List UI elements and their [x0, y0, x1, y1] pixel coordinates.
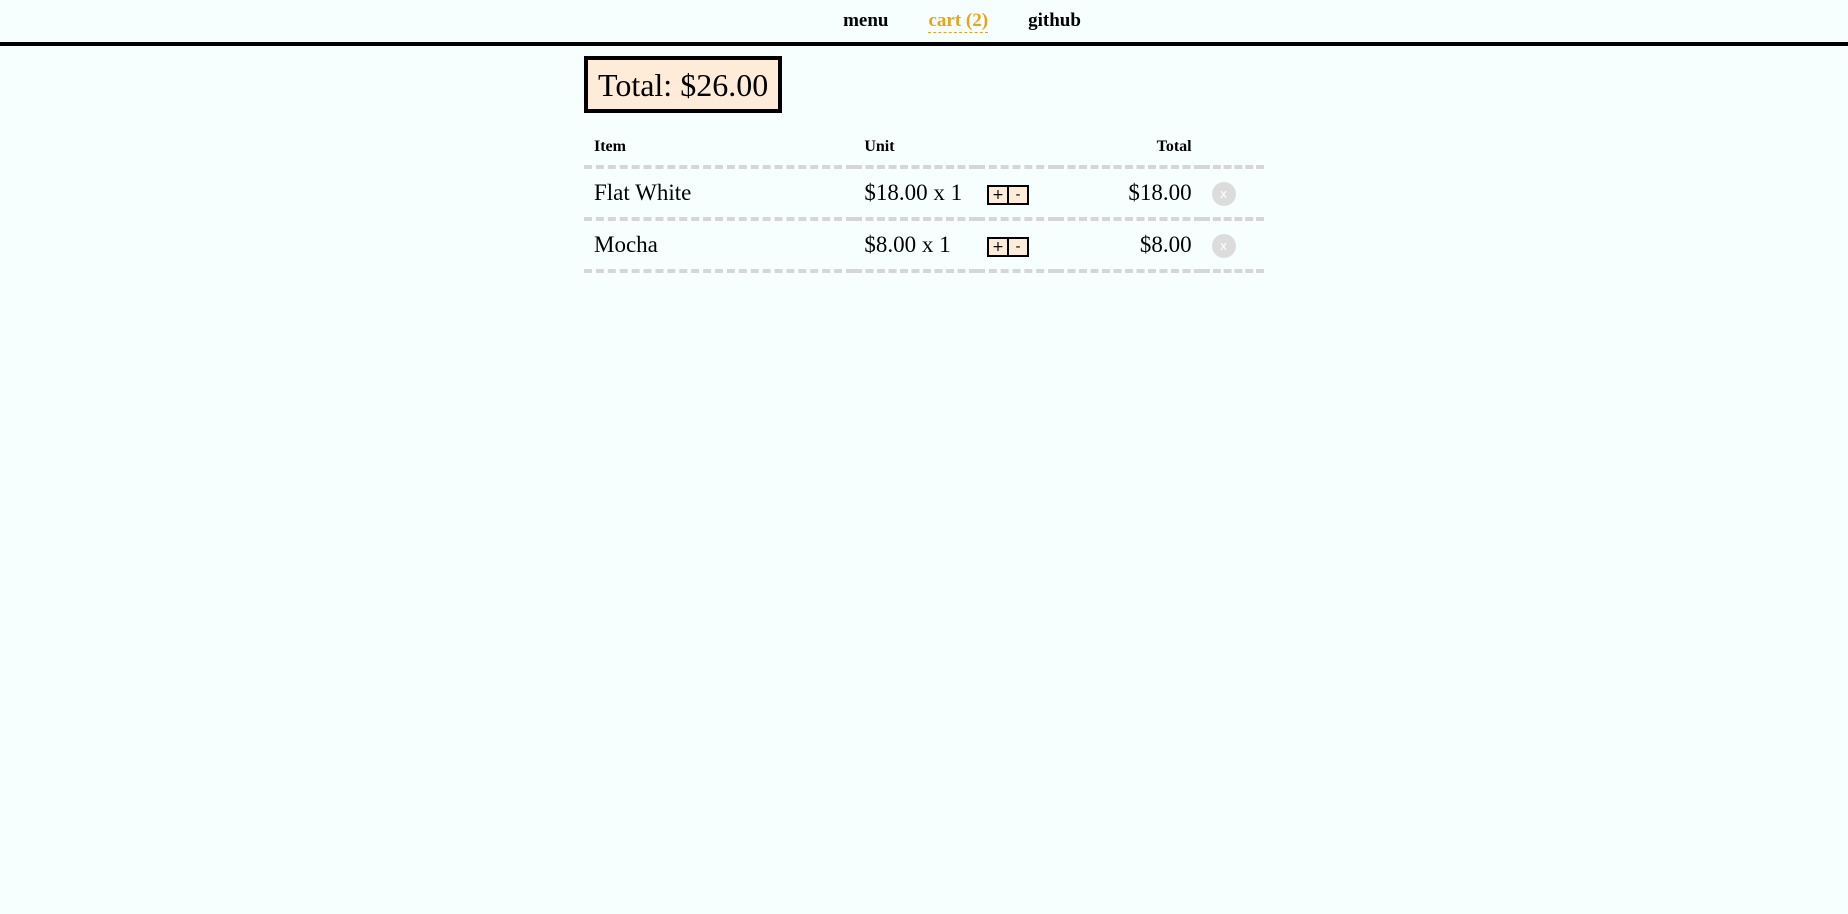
table-row: Mocha $8.00 x 1 + - $8.00 x	[584, 219, 1264, 273]
close-icon[interactable]: x	[1211, 182, 1236, 207]
cart-table: Item Unit Total Flat White $18.00 x 1 + …	[584, 137, 1264, 273]
header-remove	[1201, 137, 1264, 169]
header-total: Total	[1056, 137, 1202, 169]
header-stepper	[977, 137, 1057, 169]
header-unit: Unit	[854, 137, 978, 169]
increment-button[interactable]: +	[989, 187, 1007, 203]
item-total: $8.00	[1056, 219, 1202, 273]
item-name: Flat White	[584, 167, 855, 221]
decrement-button[interactable]: -	[1007, 238, 1027, 255]
item-total: $18.00	[1056, 167, 1202, 221]
quantity-stepper: + -	[987, 184, 1030, 205]
nav-github-link[interactable]: github	[1028, 10, 1081, 33]
item-unit-price: $8.00 x 1	[854, 219, 978, 273]
cart-total: Total: $26.00	[584, 56, 783, 113]
decrement-button[interactable]: -	[1007, 186, 1027, 203]
item-name: Mocha	[584, 219, 855, 273]
quantity-stepper: + -	[987, 236, 1030, 257]
remove-cell: x	[1201, 219, 1264, 273]
increment-button[interactable]: +	[989, 239, 1007, 255]
top-navigation: menu cart (2) github	[0, 0, 1848, 46]
close-icon[interactable]: x	[1211, 234, 1236, 259]
header-item: Item	[584, 137, 855, 169]
table-header-row: Item Unit Total	[584, 137, 1264, 169]
nav-menu-link[interactable]: menu	[843, 10, 888, 33]
table-row: Flat White $18.00 x 1 + - $18.00 x	[584, 167, 1264, 221]
nav-cart-link[interactable]: cart (2)	[928, 10, 989, 33]
item-unit-price: $18.00 x 1	[854, 167, 978, 221]
quantity-stepper-cell: + -	[977, 219, 1057, 273]
cart-main: Total: $26.00 Item Unit Total Flat White…	[584, 56, 1264, 273]
remove-cell: x	[1201, 167, 1264, 221]
quantity-stepper-cell: + -	[977, 167, 1057, 221]
nav-links: menu cart (2) github	[823, 0, 1101, 33]
